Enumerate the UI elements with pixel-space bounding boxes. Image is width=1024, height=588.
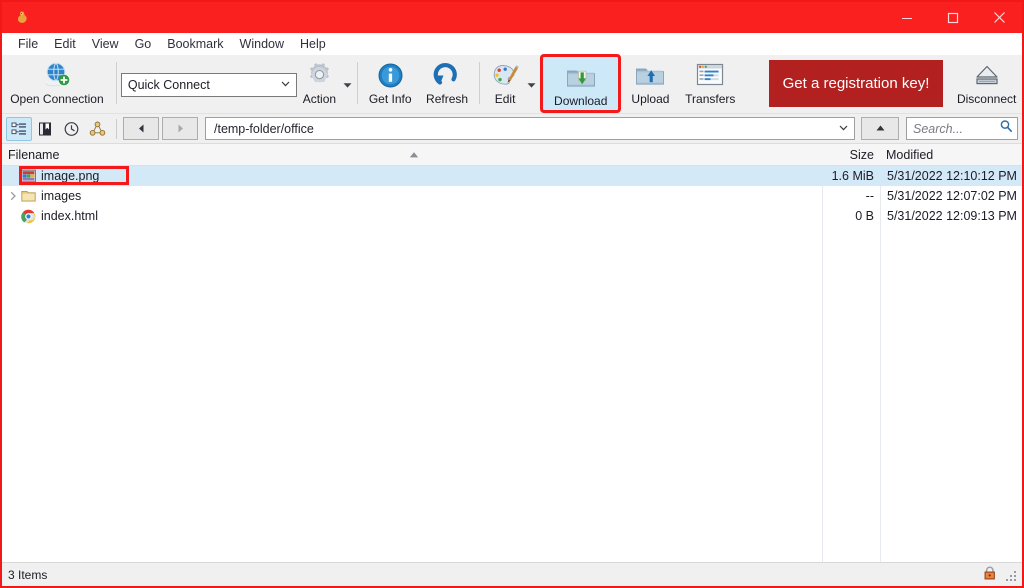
action-button[interactable]: Action [297,55,342,111]
chrome-html-icon [20,208,36,224]
upload-label: Upload [631,92,670,106]
quick-connect-wrapper: Quick Connect [120,55,297,111]
window-controls [884,2,1022,33]
disconnect-button[interactable]: Disconnect [951,55,1022,111]
disconnect-label: Disconnect [956,92,1017,106]
table-row[interactable]: image.png 1.6 MiB 5/31/2022 12:10:12 PM [2,166,1022,186]
filezilla-icon [14,9,32,27]
close-button[interactable] [976,2,1022,33]
edit-label: Edit [494,92,516,106]
cell-size: 0 B [855,209,874,223]
expand-chevron-icon[interactable] [6,191,20,201]
table-row[interactable]: images -- 5/31/2022 12:07:02 PM [2,186,1022,206]
padlock-icon [982,565,998,584]
folder-upload-icon [634,60,666,90]
transfers-button[interactable]: Transfers [678,55,743,111]
search-icon[interactable] [999,119,1013,138]
filename-text: image.png [19,166,129,185]
filezilla-window: File Edit View Go Bookmark Window Help O [0,0,1024,588]
menu-item-view[interactable]: View [84,34,127,54]
menu-item-edit[interactable]: Edit [46,34,84,54]
column-header-modified[interactable]: Modified [880,144,1022,165]
menu-item-go[interactable]: Go [127,34,160,54]
refresh-label: Refresh [426,92,469,106]
status-bar-right [982,565,1022,584]
cell-size: 1.6 MiB [831,169,874,183]
chevron-down-icon[interactable] [837,121,850,137]
sitemap-icon[interactable] [84,117,110,141]
menu-bar: File Edit View Go Bookmark Window Help [2,33,1022,55]
upload-button[interactable]: Upload [623,55,678,111]
eject-icon [972,60,1002,90]
quick-connect-value: Quick Connect [127,78,210,92]
sort-ascending-icon [408,148,420,162]
menu-item-window[interactable]: Window [232,34,292,54]
menu-item-file[interactable]: File [10,34,46,54]
cell-filename: images [2,188,822,204]
file-list: Filename Size Modified image.png 1.6 MiB… [2,144,1022,562]
minimize-button[interactable] [884,2,930,33]
refresh-icon [433,60,461,90]
filename-text: images [41,189,82,203]
status-bar: 3 Items [2,562,1022,586]
cell-filename: image.png [2,166,822,185]
action-label: Action [302,92,337,106]
folder-icon [20,188,36,204]
open-connection-button[interactable]: Open Connection [2,55,112,111]
path-input[interactable]: /temp-folder/office [205,117,855,140]
bookmark-icon[interactable] [32,117,58,141]
toolbar-separator [479,62,481,104]
cell-modified: 5/31/2022 12:07:02 PM [887,189,1017,203]
open-connection-label: Open Connection [10,92,104,106]
filename-text: index.html [41,209,98,223]
menu-item-help[interactable]: Help [292,34,334,54]
forward-button[interactable] [162,117,198,140]
item-count-label: 3 Items [8,567,48,582]
edit-dropdown-caret[interactable] [526,55,537,113]
back-button[interactable] [123,117,159,140]
path-value: /temp-folder/office [214,121,314,136]
cell-size: -- [865,189,874,203]
maximize-button[interactable] [930,2,976,33]
info-icon [377,60,404,90]
image-file-icon [20,168,36,184]
cell-modified: 5/31/2022 12:09:13 PM [887,209,1017,223]
table-row[interactable]: index.html 0 B 5/31/2022 12:09:13 PM [2,206,1022,226]
paint-palette-icon [491,60,520,90]
search-input[interactable]: Search... [906,117,1018,140]
get-info-label: Get Info [368,92,412,106]
edit-button[interactable]: Edit [484,55,525,111]
download-button[interactable]: Download [540,54,621,113]
action-dropdown-caret[interactable] [342,55,353,113]
parent-directory-button[interactable] [861,117,899,140]
column-header-size[interactable]: Size [822,144,880,165]
file-list-header: Filename Size Modified [2,144,1022,166]
download-label: Download [554,94,608,108]
cell-filename: index.html [2,208,822,224]
gear-icon [305,60,334,90]
menu-item-bookmark[interactable]: Bookmark [159,34,231,54]
globe-connection-icon [42,60,72,90]
registration-key-label: Get a registration key! [782,75,930,92]
resize-grip[interactable] [1006,569,1018,581]
navbar-separator [116,118,117,139]
transfers-label: Transfers [685,92,736,106]
get-info-button[interactable]: Get Info [362,55,419,111]
main-toolbar: Open Connection Quick Connect Action Get… [2,54,1022,114]
refresh-button[interactable]: Refresh [419,55,476,111]
quick-connect-dropdown[interactable]: Quick Connect [120,73,297,97]
toolbar-separator [356,62,358,104]
tree-view-icon[interactable] [6,116,32,141]
registration-key-button[interactable]: Get a registration key! [768,60,944,107]
chevron-down-icon [279,77,292,93]
title-bar [2,2,1022,33]
toolbar-separator [115,62,117,104]
folder-download-icon [565,62,597,92]
transfers-window-icon [695,60,725,90]
navigation-bar: /temp-folder/office Search... [2,114,1022,144]
cell-modified: 5/31/2022 12:10:12 PM [887,169,1017,183]
clock-history-icon[interactable] [58,117,84,141]
search-placeholder: Search... [913,121,964,136]
